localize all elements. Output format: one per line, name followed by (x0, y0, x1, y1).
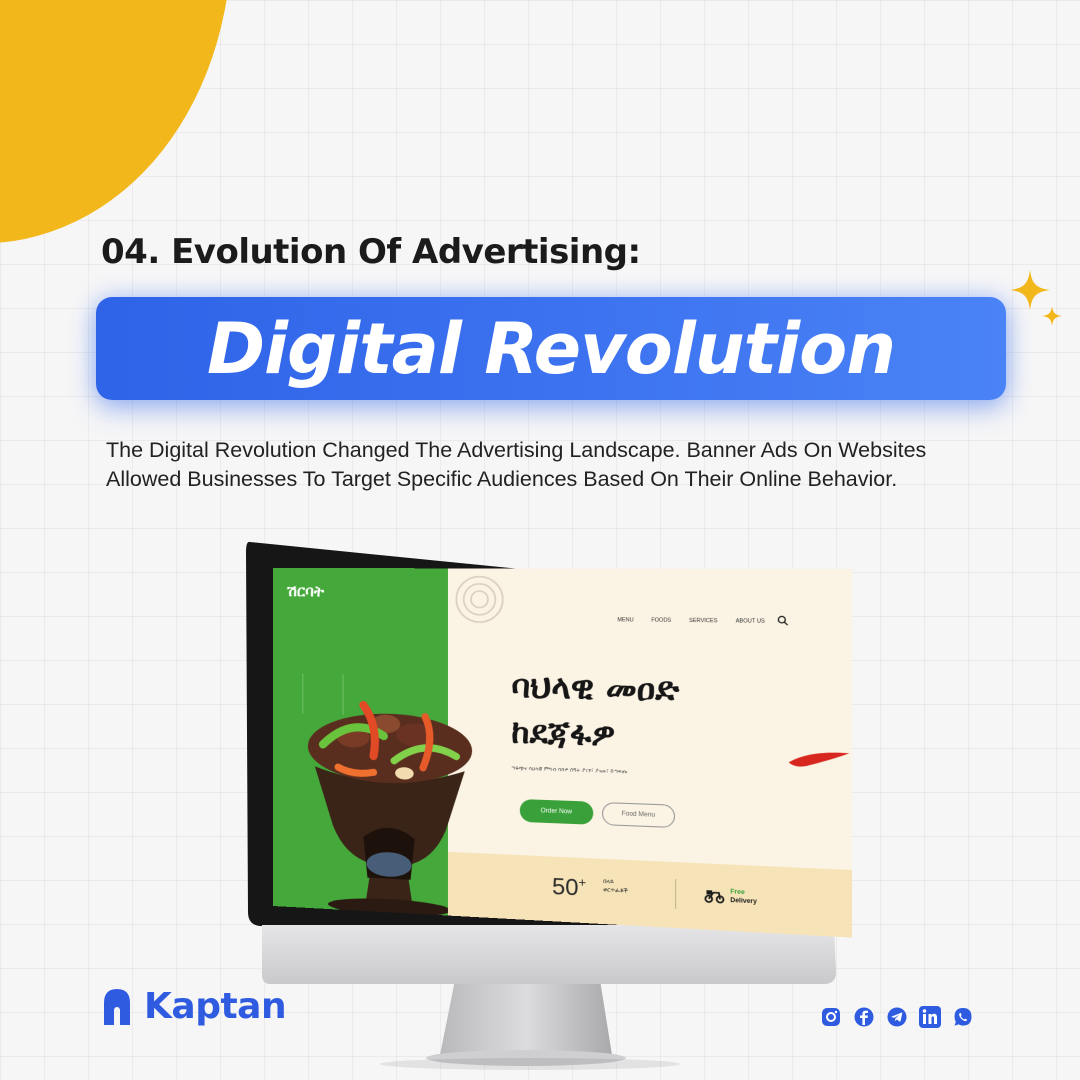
site-logo[interactable]: ሽርባት (287, 582, 324, 600)
sparkle-icon (1010, 270, 1062, 326)
brand-logo[interactable]: Kaptan (100, 986, 287, 1027)
decorative-circle-pattern (452, 572, 507, 626)
delivery-info: Free Delivery (704, 887, 757, 907)
whatsapp-icon[interactable] (952, 1006, 974, 1028)
nav-item-foods[interactable]: FOODS (651, 617, 671, 624)
kaptan-logo-icon (104, 988, 130, 1025)
stat-label: በላይ ቀርጥፊቶች (603, 878, 628, 895)
site-nav: MENU FOODS SERVICES ABOUT US (617, 617, 764, 625)
social-links (820, 1006, 974, 1028)
nav-item-about[interactable]: ABOUT US (736, 618, 765, 625)
stats-divider (675, 879, 677, 909)
linkedin-icon[interactable] (919, 1006, 941, 1028)
imac-mockup: ሽርባት MENU FOODS SERVICES ABOUT US ባህላዊ መ… (240, 540, 852, 1070)
website-screen: ሽርባት MENU FOODS SERVICES ABOUT US ባህላዊ መ… (273, 568, 852, 938)
section-heading: 04. Evolution Of Advertising: (101, 232, 641, 272)
telegram-icon[interactable] (886, 1006, 908, 1028)
post-canvas: 04. Evolution Of Advertising: Digital Re… (0, 0, 1080, 1080)
hero-subtitle: ጣፋጭና ባህላዊ ምግብ ባሻዎ ሰዓት ያገኙ፣ ያዝዙ፣ ይጣፍጡ (511, 765, 628, 776)
nav-item-services[interactable]: SERVICES (689, 618, 717, 625)
instagram-icon[interactable] (820, 1006, 842, 1028)
facebook-icon[interactable] (853, 1006, 875, 1028)
food-menu-button[interactable]: Food Menu (602, 802, 676, 829)
stat-number: 50+ (552, 873, 587, 901)
brand-name: Kaptan (144, 986, 287, 1027)
nav-item-menu[interactable]: MENU (617, 617, 633, 623)
search-icon[interactable] (777, 615, 789, 626)
description-text: The Digital Revolution Changed The Adver… (106, 438, 927, 491)
banner-title: Digital Revolution (206, 307, 896, 390)
title-banner: Digital Revolution (96, 297, 1006, 400)
chili-pepper-image (788, 751, 850, 769)
delivery-label: Delivery (730, 897, 757, 906)
hero-title: ባህላዊ መዐድ ከደጃፋዎ (511, 668, 680, 755)
order-now-button[interactable]: Order Now (519, 799, 594, 825)
scooter-icon (704, 888, 724, 904)
